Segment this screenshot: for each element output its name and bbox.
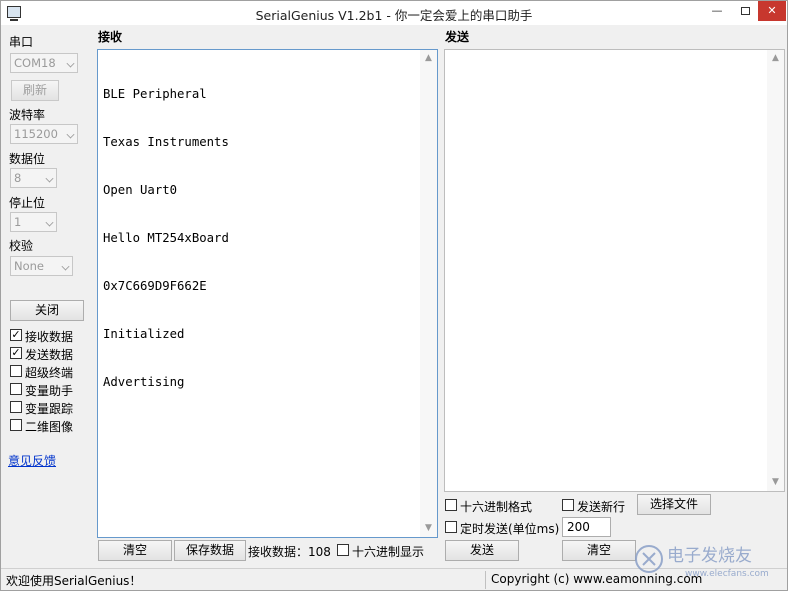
chevron-down-icon [66, 59, 75, 68]
refresh-button[interactable]: 刷新 [11, 80, 59, 101]
send-clear-button[interactable]: 清空 [562, 540, 636, 561]
checkbox[interactable] [562, 499, 574, 511]
receive-line: Hello MT254xBoard [103, 231, 229, 245]
send-textarea[interactable]: ▲ ▼ [444, 49, 785, 492]
receive-title: 接收 [98, 30, 123, 44]
hex-display-label: 十六进制显示 [352, 545, 425, 559]
title-bar: SerialGenius V1.2b1 - 你一定会爱上的串口助手 — ✕ [1, 1, 787, 25]
option-label: 发送数据 [25, 348, 74, 362]
timed-send-label: 定时发送(单位ms) [460, 522, 560, 536]
close-window-button[interactable]: ✕ [758, 1, 786, 21]
receive-line: Texas Instruments [103, 135, 229, 149]
receive-line: BLE Peripheral [103, 87, 207, 101]
chevron-down-icon [45, 174, 54, 183]
option-label: 接收数据 [25, 330, 74, 344]
receive-line: Initialized [103, 327, 185, 341]
checkbox[interactable]: ✓ [10, 347, 22, 359]
hex-format-label: 十六进制格式 [460, 500, 533, 514]
checkbox[interactable] [445, 499, 457, 511]
checkbox[interactable] [445, 521, 457, 533]
maximize-button[interactable] [732, 1, 758, 21]
stopbits-value: 1 [14, 215, 22, 229]
chevron-down-icon [66, 130, 75, 139]
interval-input[interactable]: 200 [562, 517, 611, 537]
elecfans-watermark: 电子发烧友 www.elecfans.com [635, 545, 769, 579]
receive-count-label: 接收数据： [248, 545, 309, 559]
receive-textarea[interactable]: BLE Peripheral Texas Instruments Open Ua… [97, 49, 438, 538]
scroll-down-icon[interactable]: ▼ [767, 474, 784, 491]
send-newline-label: 发送新行 [577, 500, 626, 514]
watermark-url: www.elecfans.com [685, 569, 769, 579]
close-port-button[interactable]: 关闭 [10, 300, 84, 321]
receive-line: 0x7C669D9F662E [103, 279, 207, 293]
checkbox[interactable] [10, 365, 22, 377]
receive-count-value: 108 [308, 545, 331, 559]
maximize-icon [740, 7, 750, 15]
receive-scrollbar[interactable]: ▲ ▼ [420, 50, 437, 537]
receive-clear-button[interactable]: 清空 [98, 540, 172, 561]
scroll-up-icon[interactable]: ▲ [767, 50, 784, 67]
receive-content: BLE Peripheral Texas Instruments Open Ua… [103, 54, 229, 422]
save-data-button[interactable]: 保存数据 [174, 540, 246, 561]
chevron-down-icon [45, 218, 54, 227]
databits-label: 数据位 [9, 152, 46, 166]
checkbox[interactable]: ✓ [10, 329, 22, 341]
baud-label: 波特率 [9, 108, 46, 122]
receive-line: Advertising [103, 375, 185, 389]
chevron-down-icon [61, 262, 70, 271]
scroll-down-icon[interactable]: ▼ [420, 520, 437, 537]
choose-file-button[interactable]: 选择文件 [637, 494, 711, 515]
parity-value: None [14, 259, 45, 273]
minimize-button[interactable]: — [704, 1, 730, 21]
checkbox[interactable] [10, 401, 22, 413]
baud-select[interactable]: 115200 [10, 124, 78, 144]
option-label: 超级终端 [25, 366, 74, 380]
port-value: COM18 [14, 56, 56, 70]
feedback-link[interactable]: 意见反馈 [8, 452, 56, 469]
status-welcome: 欢迎使用SerialGenius！ [6, 574, 142, 588]
send-button[interactable]: 发送 [445, 540, 519, 561]
databits-value: 8 [14, 171, 22, 185]
app-window: SerialGenius V1.2b1 - 你一定会爱上的串口助手 — ✕ 串口… [0, 0, 788, 591]
status-divider [485, 571, 486, 589]
port-select[interactable]: COM18 [10, 53, 78, 73]
parity-label: 校验 [9, 239, 34, 253]
window-title: SerialGenius V1.2b1 - 你一定会爱上的串口助手 [255, 8, 533, 23]
watermark-text: 电子发烧友 [667, 546, 752, 566]
port-label: 串口 [9, 35, 34, 49]
scroll-up-icon[interactable]: ▲ [420, 50, 437, 67]
parity-select[interactable]: None [10, 256, 73, 276]
watermark-logo-mark [642, 552, 656, 566]
checkbox[interactable] [10, 419, 22, 431]
checkbox[interactable] [10, 383, 22, 395]
option-label: 变量助手 [25, 384, 74, 398]
databits-select[interactable]: 8 [10, 168, 57, 188]
checkbox[interactable] [337, 544, 349, 556]
send-title: 发送 [445, 30, 470, 44]
option-label: 二维图像 [25, 420, 74, 434]
baud-value: 115200 [14, 127, 58, 141]
receive-count: 接收数据：108 [248, 543, 331, 560]
send-scrollbar[interactable]: ▲ ▼ [767, 50, 784, 491]
receive-line: Open Uart0 [103, 183, 178, 197]
stopbits-label: 停止位 [9, 196, 46, 210]
option-label: 变量跟踪 [25, 402, 74, 416]
stopbits-select[interactable]: 1 [10, 212, 57, 232]
